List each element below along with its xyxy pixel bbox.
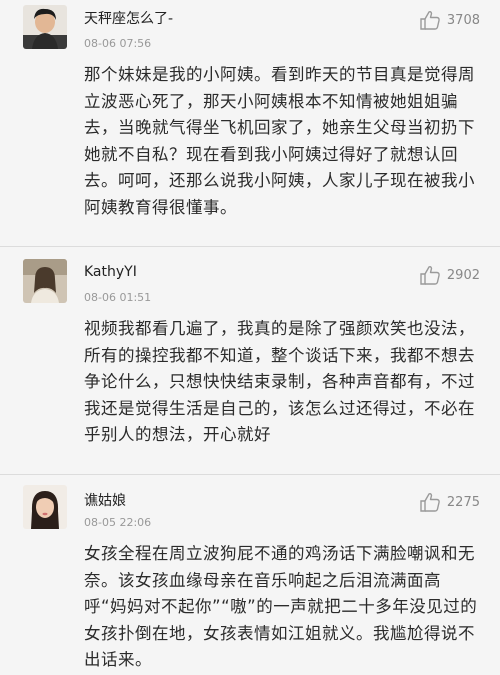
thumbs-up-icon — [420, 11, 440, 30]
thumbs-up-icon — [420, 493, 440, 512]
comment-item: 天秤座怎么了- 08-06 07:56 3708 那个妹妹是我的小阿姨。看到昨天… — [0, 0, 500, 247]
username[interactable]: 天秤座怎么了- — [84, 8, 173, 28]
avatar[interactable] — [23, 259, 67, 303]
comment-item: 谯姑娘 08-05 22:06 2275 女孩全程在周立波狗屁不通的鸡汤话下满脸… — [0, 475, 500, 675]
like-button[interactable]: 2902 — [419, 265, 480, 285]
avatar[interactable] — [23, 485, 67, 529]
like-count: 3708 — [446, 12, 480, 28]
like-button[interactable]: 2275 — [419, 492, 480, 512]
comment-time: 08-05 22:06 — [84, 516, 152, 529]
comment-time: 08-06 01:51 — [84, 291, 152, 304]
like-button[interactable]: 3708 — [419, 10, 480, 30]
comment-text: 视频我都看几遍了，我真的是除了强颜欢笑也没法，所有的操控我都不知道，整个谈话下来… — [84, 319, 475, 444]
like-count: 2902 — [446, 267, 480, 283]
comment-time: 08-06 07:56 — [84, 37, 152, 50]
comment-text: 那个妹妹是我的小阿姨。看到昨天的节目真是觉得周立波恶心死了，那天小阿姨根本不知情… — [84, 65, 475, 217]
avatar[interactable] — [23, 5, 67, 49]
comment-item: KathyYI 08-06 01:51 2902 视频我都看几遍了，我真的是除了… — [0, 247, 500, 475]
username[interactable]: KathyYI — [84, 264, 137, 280]
thumbs-up-icon — [420, 266, 440, 285]
comment-list: 天秤座怎么了- 08-06 07:56 3708 那个妹妹是我的小阿姨。看到昨天… — [0, 0, 500, 675]
comment-text: 女孩全程在周立波狗屁不通的鸡汤话下满脸嘲讽和无奈。该女孩血缘母亲在音乐响起之后泪… — [84, 544, 478, 669]
like-count: 2275 — [446, 494, 480, 510]
username[interactable]: 谯姑娘 — [84, 490, 126, 510]
